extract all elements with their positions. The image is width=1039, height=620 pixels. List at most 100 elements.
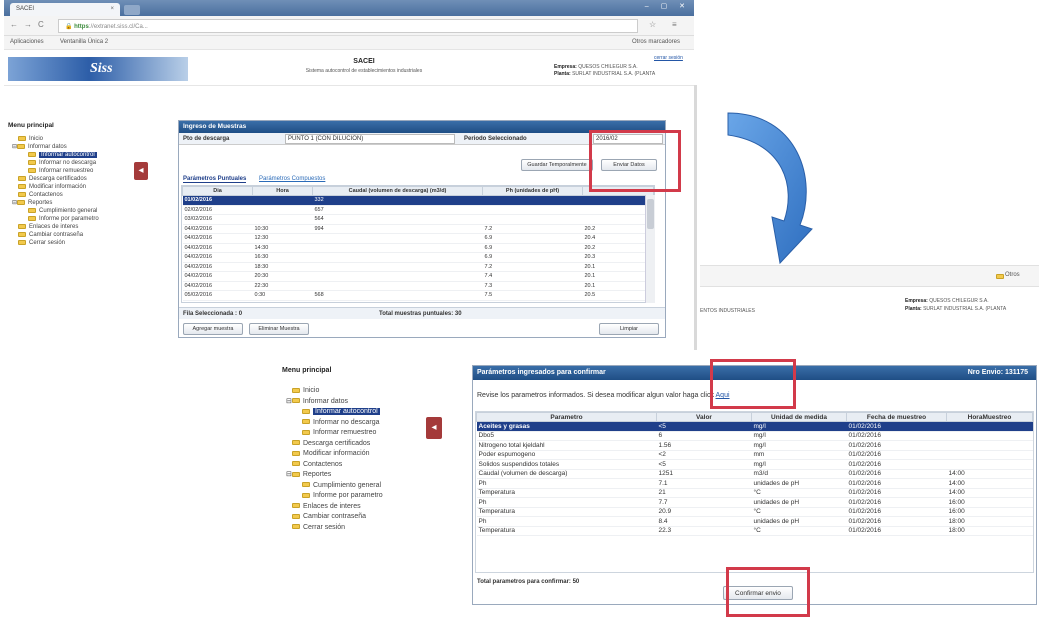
- menu-item-inicio[interactable]: Inicio: [284, 386, 383, 397]
- agregar-muestra-button[interactable]: Agregar muestra: [183, 323, 243, 335]
- menu-item-inicio[interactable]: Inicio: [10, 135, 99, 143]
- menu-item-enlaces[interactable]: Enlaces de interes: [10, 223, 99, 231]
- menu-item-informar-remuestreo[interactable]: Informar remuestreo: [284, 428, 383, 439]
- logout-link[interactable]: cerrar sesión: [654, 55, 683, 61]
- table-row[interactable]: 04/02/2016 20:30 7.4 20.1: [182, 271, 654, 282]
- reload-icon[interactable]: C: [38, 20, 44, 29]
- table-cell: [946, 421, 1033, 432]
- bookmark-ventanilla[interactable]: Ventanilla Única 2: [60, 39, 108, 45]
- table-row[interactable]: 04/02/2016 10:30 994 7.2 20.2: [182, 224, 654, 234]
- table-cell: [582, 214, 654, 225]
- menu-item-cambiar-contrasena[interactable]: Cambiar contraseña: [284, 512, 383, 523]
- scroll-thumb[interactable]: [647, 199, 654, 229]
- window-controls[interactable]: – ▢ ✕: [645, 2, 690, 10]
- guardar-button[interactable]: Guardar Temporalmente: [521, 159, 593, 171]
- table-row[interactable]: 01/02/2016 332: [182, 195, 654, 206]
- menu-item-descarga-certificados[interactable]: Descarga certificados: [284, 439, 383, 450]
- menu-item-cerrar-sesion[interactable]: Cerrar sesión: [10, 239, 99, 247]
- tab-close-icon[interactable]: ×: [110, 6, 114, 12]
- browser-tab[interactable]: SACEI ×: [10, 3, 120, 16]
- table-cell: 20.2: [582, 243, 654, 253]
- col-ph[interactable]: Ph (unidades de pH): [482, 186, 583, 196]
- table-row[interactable]: 04/02/2016 12:30 6.9 20.4: [182, 233, 654, 244]
- new-tab-button[interactable]: [124, 5, 140, 15]
- fragment-other-bookmarks[interactable]: Otros: [1005, 272, 1020, 278]
- star-icon[interactable]: ☆: [649, 20, 656, 29]
- col-parametro[interactable]: Parametro: [476, 412, 657, 422]
- menu-item-informe-por-parametro[interactable]: Informe por parametro: [10, 215, 99, 223]
- menu-item-modificar-informacion[interactable]: Modificar información: [10, 183, 99, 191]
- table-row[interactable]: Ph 7.7 unidades de pH 01/02/2016 16:00: [476, 497, 1033, 508]
- table-cell: [312, 252, 483, 263]
- col-unidad[interactable]: Unidad de medida: [751, 412, 847, 422]
- menu-item-cumplimiento-general[interactable]: Cumplimiento general: [284, 481, 383, 492]
- forward-icon[interactable]: →: [24, 20, 32, 29]
- col-caudal[interactable]: Caudal (volumen de descarga) (m3/d): [312, 186, 483, 196]
- table-row[interactable]: Temperatura 21 °C 01/02/2016 14:00: [476, 488, 1033, 498]
- table-row[interactable]: 04/02/2016 16:30 6.9 20.3: [182, 252, 654, 263]
- eliminar-muestra-button[interactable]: Eliminar Muestra: [249, 323, 309, 335]
- col-dia[interactable]: Dia: [182, 186, 253, 196]
- menu-item-informar-remuestreo[interactable]: Informar remuestreo: [10, 167, 99, 175]
- bookmark-apps[interactable]: Aplicaciones: [10, 39, 44, 45]
- table-row[interactable]: Dbo5 6 mg/l 01/02/2016: [476, 431, 1033, 441]
- limpiar-button[interactable]: Limpiar: [599, 323, 659, 335]
- menu-item-cambiar-contrasena[interactable]: Cambiar contraseña: [10, 231, 99, 239]
- menu-item-informar-autocontrol[interactable]: Informar autocontrol: [284, 407, 383, 418]
- curved-arrow-icon: [727, 112, 813, 265]
- table-row[interactable]: 02/02/2016 657: [182, 205, 654, 215]
- table-row[interactable]: Nitrogeno total kjeldahl 1.56 mg/l 01/02/20…: [476, 440, 1033, 451]
- menu-item-informar-no-descarga[interactable]: Informar no descarga: [284, 418, 383, 429]
- table-row[interactable]: Solidos suspendidos totales <5 mg/l 01/02/2…: [476, 459, 1033, 470]
- menu-item-reportes[interactable]: ⊟ Reportes: [10, 199, 99, 207]
- nro-envio: Nro Envio: 131175: [967, 369, 1028, 376]
- col-fecha[interactable]: Fecha de muestreo: [846, 412, 947, 422]
- menu-item-cerrar-sesion[interactable]: Cerrar sesión: [284, 523, 383, 534]
- menu-item-contactenos[interactable]: Contactenos: [10, 191, 99, 199]
- col-hora[interactable]: Hora: [252, 186, 313, 196]
- back-icon[interactable]: ←: [10, 20, 18, 29]
- grid-scrollbar[interactable]: [645, 195, 655, 303]
- menu-item-informar-no-descarga[interactable]: Informar no descarga: [10, 159, 99, 167]
- menu-item-cumplimiento-general[interactable]: Cumplimiento general: [10, 207, 99, 215]
- collapse-arrow-icon[interactable]: ◂: [134, 162, 148, 180]
- menu-item-modificar-informacion[interactable]: Modificar información: [284, 449, 383, 460]
- fragment-bookmarks-bar: Otros: [700, 265, 1039, 287]
- menu-item-reportes[interactable]: ⊟ Reportes: [284, 470, 383, 481]
- menu-item-contactenos[interactable]: Contactenos: [284, 460, 383, 471]
- menu-item-informar-autocontrol[interactable]: Informar autocontrol: [10, 151, 99, 159]
- pto-value[interactable]: PUNTO 1 (CON DILUCION): [285, 134, 455, 144]
- table-row[interactable]: 05/02/2016 0:30 568 7.5 20.5: [182, 290, 654, 301]
- menu-item-enlaces[interactable]: Enlaces de interes: [284, 502, 383, 513]
- col-valor[interactable]: Valor: [656, 412, 752, 422]
- table-cell: 14:00: [946, 488, 1033, 498]
- col-hora[interactable]: HoraMuestreo: [946, 412, 1033, 422]
- table-cell: 6.9: [482, 252, 583, 263]
- table-row[interactable]: Temperatura 20.9 °C 01/02/2016 16:00: [476, 507, 1033, 517]
- table-row[interactable]: Temperatura 22.3 °C 01/02/2016 18:00: [476, 526, 1033, 536]
- table-row[interactable]: Ph 8.4 unidades de pH 01/02/2016 18:00: [476, 516, 1033, 527]
- menu-item-informar-datos[interactable]: ⊟ Informar datos: [10, 143, 99, 151]
- table-row[interactable]: Aceites y grasas <5 mg/l 01/02/2016: [476, 421, 1033, 432]
- table-cell: 20.1: [582, 281, 654, 291]
- tab-parametros-compuestos[interactable]: Parámetros Compuestos: [259, 176, 325, 182]
- table-row[interactable]: 04/02/2016 14:30 6.9 20.2: [182, 243, 654, 253]
- table-row[interactable]: Poder espumogeno <2 mm 01/02/2016: [476, 450, 1033, 460]
- total-puntuales: Total muestras puntuales: 30: [379, 311, 462, 317]
- menu-icon[interactable]: ≡: [672, 20, 677, 29]
- table-row[interactable]: 04/02/2016 22:30 7.3 20.1: [182, 281, 654, 291]
- menu-item-informe-por-parametro[interactable]: Informe por parametro: [284, 491, 383, 502]
- tab-parametros-puntuales[interactable]: Parámetros Puntuales: [183, 176, 247, 183]
- table-row[interactable]: Caudal (volumen de descarga) 1251 m3/d 01/0…: [476, 469, 1033, 479]
- collapse-arrow-icon[interactable]: ◂: [426, 417, 442, 439]
- menu-item-descarga-certificados[interactable]: Descarga certificados: [10, 175, 99, 183]
- menu-item-informar-datos[interactable]: ⊟ Informar datos: [284, 397, 383, 408]
- bookmark-other[interactable]: Otros marcadores: [632, 39, 680, 45]
- table-cell: °C: [751, 526, 847, 536]
- table-row[interactable]: 04/02/2016 18:30 7.2 20.1: [182, 262, 654, 272]
- table-row[interactable]: Ph 7.1 unidades de pH 01/02/2016 14:00: [476, 478, 1033, 489]
- table-cell: 04/02/2016: [182, 224, 253, 234]
- menu-label: Cerrar sesión: [29, 240, 66, 246]
- table-row[interactable]: 03/02/2016 564: [182, 214, 654, 225]
- url-input[interactable]: 🔒 https://extranet.siss.cl/Ca...: [58, 19, 638, 33]
